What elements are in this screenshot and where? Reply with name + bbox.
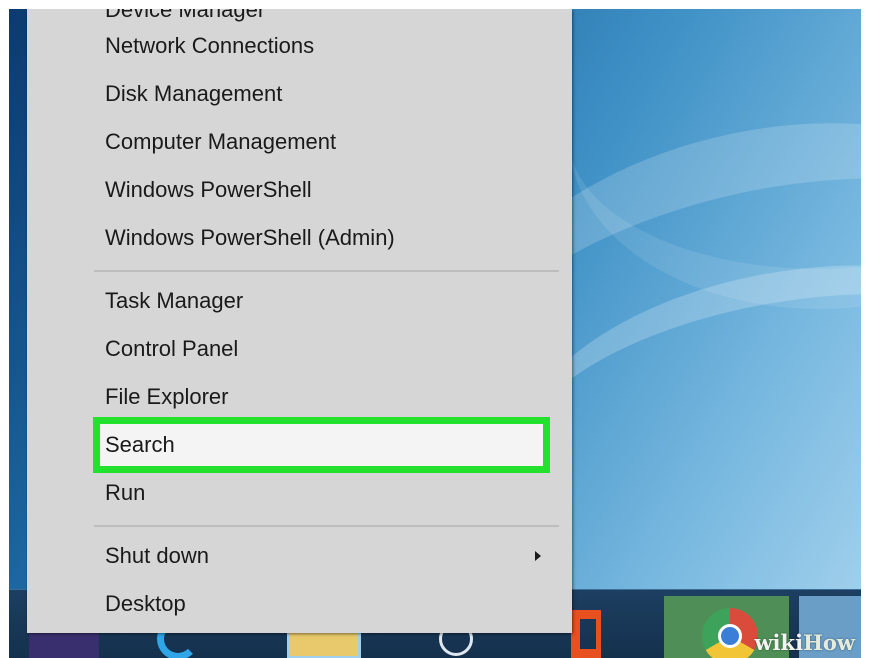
menu-item-control-panel[interactable]: Control Panel: [94, 327, 559, 371]
menu-item-disk-management[interactable]: Disk Management: [94, 72, 559, 116]
menu-item-label: Windows PowerShell: [105, 177, 312, 202]
menu-item-windows-powershell[interactable]: Windows PowerShell: [94, 168, 559, 212]
menu-item-label: Task Manager: [105, 288, 244, 313]
watermark-how: How: [803, 630, 855, 655]
menu-item-file-explorer[interactable]: File Explorer: [94, 375, 559, 419]
menu-item-label: Search: [105, 432, 175, 457]
quick-link-menu: Device Manager Network Connections Disk …: [27, 9, 572, 633]
menu-item-desktop[interactable]: Desktop: [94, 582, 559, 626]
menu-item-label: Shut down: [105, 543, 209, 568]
menu-item-label: Device Manager: [105, 9, 266, 22]
menu-item-label: Computer Management: [105, 129, 337, 154]
menu-item-label: File Explorer: [105, 384, 229, 409]
menu-item-label: Run: [105, 480, 146, 505]
menu-item-computer-management[interactable]: Computer Management: [94, 120, 559, 164]
menu-item-run[interactable]: Run: [94, 471, 559, 515]
office-logo: [571, 610, 601, 658]
menu-separator: [94, 270, 559, 272]
menu-item-label: Windows PowerShell (Admin): [105, 225, 395, 250]
menu-item-label: Control Panel: [105, 336, 239, 361]
menu-item-task-manager[interactable]: Task Manager: [94, 279, 559, 323]
menu-item-shut-down[interactable]: Shut down: [94, 534, 559, 578]
screenshot-frame: Device Manager Network Connections Disk …: [9, 9, 861, 658]
menu-item-label: Disk Management: [105, 81, 283, 106]
chrome-logo-center: [718, 624, 742, 648]
menu-separator: [94, 525, 559, 527]
menu-item-network-connections[interactable]: Network Connections: [94, 24, 559, 68]
menu-item-label: Desktop: [105, 591, 186, 616]
chevron-right-icon: [535, 551, 541, 561]
menu-item-windows-powershell-admin[interactable]: Windows PowerShell (Admin): [94, 216, 559, 260]
menu-item-search[interactable]: Search: [93, 417, 550, 473]
wikihow-watermark: wikiHow: [744, 627, 861, 658]
menu-item-label: Network Connections: [105, 33, 315, 58]
watermark-wiki: wiki: [754, 630, 804, 655]
